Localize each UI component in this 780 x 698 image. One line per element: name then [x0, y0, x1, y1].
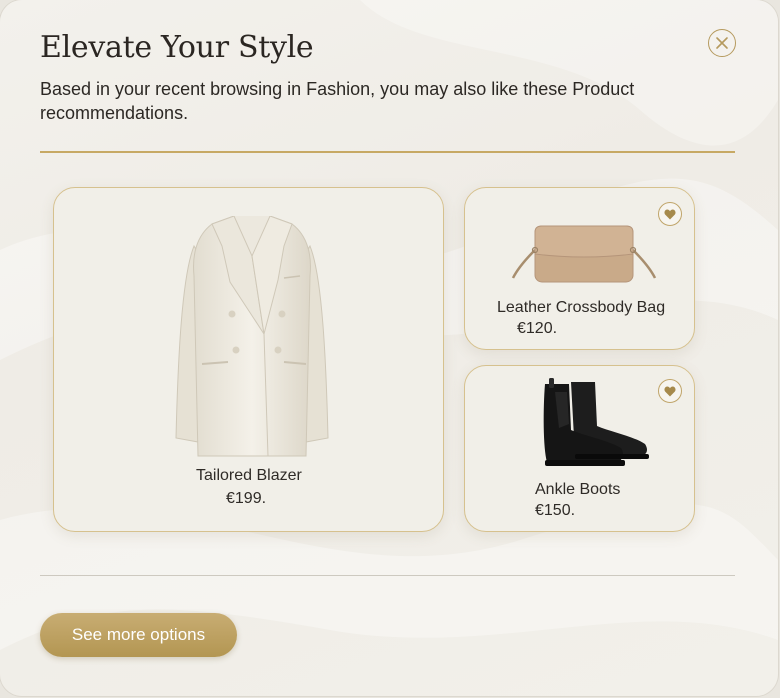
product-card-leather-crossbody-bag[interactable]: Leather Crossbody Bag €120.	[464, 187, 695, 350]
heart-icon	[664, 209, 676, 219]
product-card-tailored-blazer[interactable]: Tailored Blazer €199.	[53, 187, 444, 532]
recommendation-dialog: Elevate Your Style Based in your recent …	[0, 0, 778, 696]
see-more-options-button[interactable]: See more options	[40, 613, 237, 657]
ankle-boots-image	[543, 378, 649, 466]
product-name: Ankle Boots	[535, 481, 621, 498]
favorite-button[interactable]	[658, 379, 682, 403]
crossbody-bag-image	[511, 225, 657, 283]
footer-divider	[40, 575, 735, 576]
close-button[interactable]	[708, 29, 736, 57]
dialog-title: Elevate Your Style	[40, 30, 314, 65]
dialog-subtitle: Based in your recent browsing in Fashion…	[40, 79, 635, 123]
product-name: Leather Crossbody Bag	[497, 299, 666, 316]
product-price: €199.	[226, 490, 267, 507]
blazer-image	[175, 216, 329, 457]
favorite-button[interactable]	[658, 202, 682, 226]
product-name: Tailored Blazer	[196, 467, 302, 484]
title-divider	[40, 151, 735, 153]
heart-icon	[664, 386, 676, 396]
close-icon	[716, 37, 728, 49]
product-price: €150.	[535, 502, 576, 519]
product-card-ankle-boots[interactable]: Ankle Boots €150.	[464, 365, 695, 532]
product-price: €120.	[517, 320, 558, 337]
